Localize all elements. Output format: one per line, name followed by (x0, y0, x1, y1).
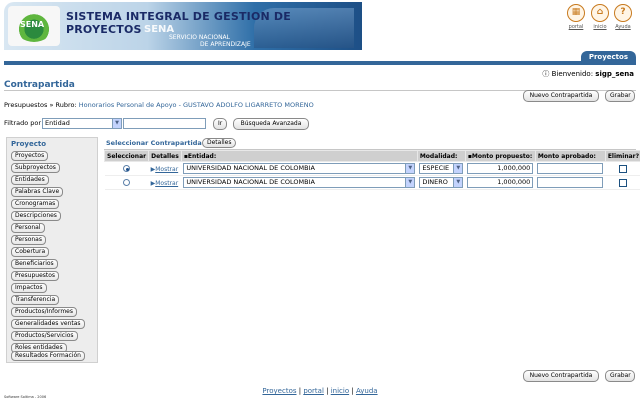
sidebar-item-resultados-formacion[interactable]: Resultados Formación (11, 351, 85, 361)
modalidad-select[interactable]: DINERO ▼ (419, 177, 464, 188)
portal-link[interactable]: ▦ portal (566, 4, 586, 30)
eliminar-checkbox[interactable] (619, 164, 628, 173)
home-link[interactable]: ⌂ inicio (590, 4, 610, 30)
modalidad-select[interactable]: ESPECIE ▼ (419, 163, 464, 174)
panel-title: Seleccionar Contrapartida (106, 139, 202, 147)
new-contrapartida-button-bottom[interactable]: Nuevo Contrapartida (523, 370, 599, 382)
username: sigp_sena (595, 70, 634, 78)
sidebar-item-transferencia[interactable]: Transferencia (11, 295, 60, 305)
col-entidad: ▪Entidad: (180, 150, 418, 162)
help-label: Ayuda (615, 24, 631, 30)
sidebar-item-presupuestos[interactable]: Presupuestos (11, 271, 60, 281)
breadcrumb-prefix: Presupuestos » Rubro: (4, 101, 77, 109)
sidebar-item-proyectos[interactable]: Proyectos (11, 151, 49, 161)
monto-aprobado-input[interactable] (537, 177, 604, 188)
help-icon: ? (614, 4, 632, 22)
sidebar-item-descripciones[interactable]: Descripciones (11, 211, 61, 221)
home-label: inicio (593, 24, 607, 30)
details-button[interactable]: Detalles (202, 138, 236, 148)
footer-link-proyectos[interactable]: Proyectos (262, 387, 296, 395)
select-radio[interactable] (123, 165, 131, 172)
sidebar: Proyecto Proyectos Subproyectos Entidade… (6, 137, 98, 363)
footer-links: Proyectos | portal | inicio | Ayuda (262, 387, 378, 395)
header-banner: SENA SISTEMA INTEGRAL DE GESTION DE PROY… (4, 2, 362, 50)
entidad-select[interactable]: UNIVERSIDAD NACIONAL DE COLOMBIA ▼ (183, 177, 416, 188)
monto-aprobado-input[interactable] (537, 163, 604, 174)
modalidad-value: ESPECIE (422, 164, 450, 172)
entidad-value: UNIVERSIDAD NACIONAL DE COLOMBIA (186, 164, 315, 172)
col-seleccionar: Seleccionar (103, 150, 150, 162)
advanced-search-button[interactable]: Búsqueda Avanzada (233, 118, 309, 130)
eliminar-checkbox[interactable] (619, 178, 628, 187)
banner-subtitle-2: DE APRENDIZAJE (200, 41, 251, 48)
sidebar-item-palabras-clave[interactable]: Palabras Clave (11, 187, 64, 197)
sidebar-item-generalidades-ventas[interactable]: Generalidades ventas (11, 319, 85, 329)
footer-link-ayuda[interactable]: Ayuda (356, 387, 378, 395)
entidad-value: UNIVERSIDAD NACIONAL DE COLOMBIA (186, 178, 315, 186)
table-row: ▶Mostrar UNIVERSIDAD NACIONAL DE COLOMBI… (104, 175, 640, 190)
sidebar-item-productos-informes[interactable]: Productos/Informes (11, 307, 77, 317)
mostrar-link[interactable]: Mostrar (155, 180, 178, 187)
save-button[interactable]: Grabar (605, 90, 635, 102)
footer-link-portal[interactable]: portal (303, 387, 324, 395)
chevron-down-icon: ▼ (112, 119, 121, 128)
help-link[interactable]: ? Ayuda (613, 4, 633, 30)
chevron-down-icon: ▼ (405, 164, 415, 173)
entidad-select[interactable]: UNIVERSIDAD NACIONAL DE COLOMBIA ▼ (183, 163, 416, 174)
chevron-down-icon: ▼ (453, 164, 463, 173)
chevron-down-icon: ▼ (405, 178, 415, 187)
monto-propuesto-input[interactable]: 1,000,000 (467, 177, 534, 188)
chevron-down-icon: ▼ (453, 178, 463, 187)
tab-proyectos[interactable]: Proyectos (580, 51, 636, 65)
banner-subtitle-1: SERVICIO NACIONAL (169, 34, 231, 41)
copyright: Software Soltima - 2006 (4, 395, 47, 399)
sena-logo: SENA (8, 6, 60, 46)
go-button[interactable]: Ir (213, 118, 227, 130)
new-contrapartida-button[interactable]: Nuevo Contrapartida (523, 90, 599, 102)
home-icon: ⌂ (591, 4, 609, 22)
tab-bar: Proyectos (4, 51, 636, 65)
filter-label: Filtrado por (4, 119, 42, 127)
contrapartida-table: Seleccionar Detalles ▪Entidad: Modalidad… (103, 150, 640, 190)
breadcrumb: Presupuestos » Rubro: Honorarios Persona… (4, 101, 314, 109)
portal-label: portal (568, 24, 584, 30)
sidebar-heading: Proyecto (11, 140, 47, 148)
sidebar-item-productos-servicios[interactable]: Productos/Servicios (11, 331, 78, 341)
sidebar-item-entidades[interactable]: Entidades (11, 175, 49, 185)
col-monto-propuesto: ▪Monto propuesto: (464, 150, 536, 162)
sidebar-item-personal[interactable]: Personal (11, 223, 45, 233)
filter-selected-value: Entidad (45, 119, 70, 127)
modalidad-value: DINERO (422, 178, 448, 186)
col-modalidad: Modalidad: (416, 150, 466, 162)
portal-icon: ▦ (567, 4, 585, 22)
user-icon: ⓘ (542, 70, 550, 78)
welcome-text: ⓘ Bienvenido: sigp_sena (542, 69, 634, 79)
select-radio[interactable] (123, 179, 131, 186)
footer-link-inicio[interactable]: inicio (331, 387, 349, 395)
sidebar-item-subproyectos[interactable]: Subproyectos (11, 163, 60, 173)
breadcrumb-value: Honorarios Personal de Apoyo - GUSTAVO A… (78, 101, 314, 109)
col-eliminar: Eliminar? (604, 150, 640, 162)
mostrar-link[interactable]: Mostrar (155, 166, 178, 173)
col-detalles: Detalles (148, 150, 182, 162)
sidebar-item-cronogramas[interactable]: Cronogramas (11, 199, 60, 209)
sena-logo-text: SENA (20, 20, 45, 29)
filter-select[interactable]: Entidad ▼ (42, 118, 122, 129)
sidebar-item-beneficiarios[interactable]: Beneficiarios (11, 259, 58, 269)
app-title: SISTEMA INTEGRAL DE GESTION DE PROYECTOS (66, 10, 291, 36)
sidebar-item-impactos[interactable]: Impactos (11, 283, 47, 293)
greeting: Bienvenido: (551, 70, 594, 78)
page-title: Contrapartida (4, 80, 75, 90)
sidebar-item-personas[interactable]: Personas (11, 235, 46, 245)
table-row: ▶Mostrar UNIVERSIDAD NACIONAL DE COLOMBI… (104, 161, 640, 176)
save-button-bottom[interactable]: Grabar (605, 370, 635, 382)
sidebar-item-cobertura[interactable]: Cobertura (11, 247, 50, 257)
filter-text-input[interactable] (123, 118, 206, 129)
monto-propuesto-input[interactable]: 1,000,000 (467, 163, 534, 174)
col-monto-aprobado: Monto aprobado: (534, 150, 606, 162)
